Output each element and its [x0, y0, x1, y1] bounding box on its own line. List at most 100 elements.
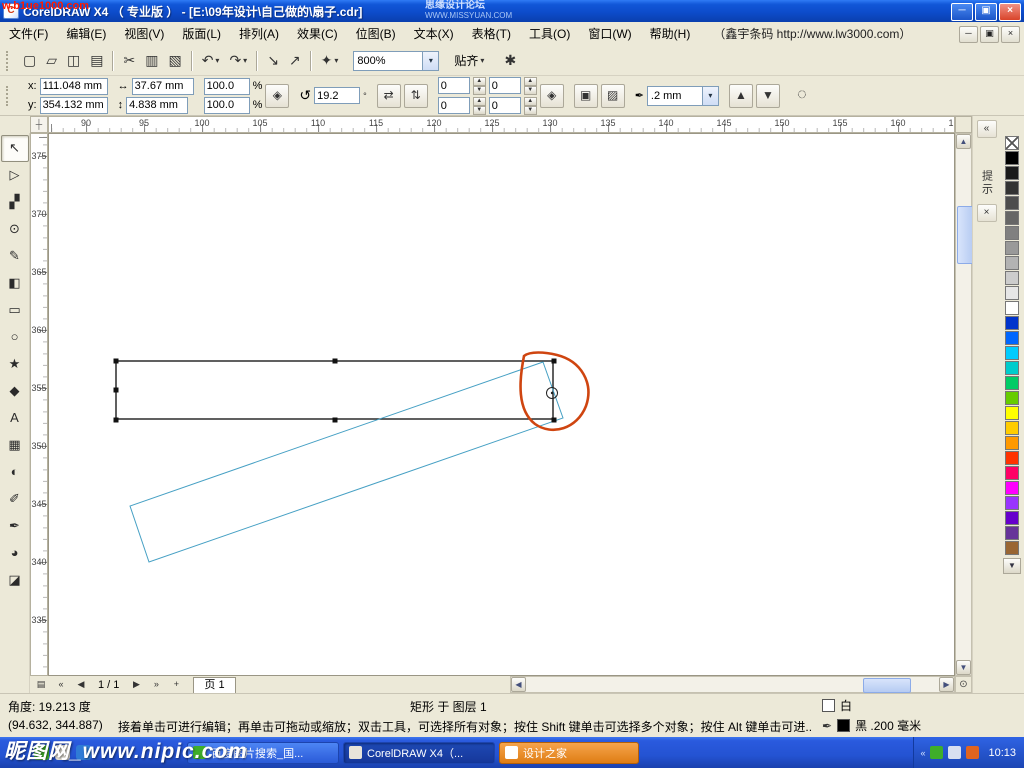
smart-fill-tool[interactable]: ◧	[1, 270, 29, 297]
undo-button-dropdown-icon[interactable]: ▾	[215, 56, 219, 65]
doc-restore-button[interactable]: ▣	[980, 26, 999, 43]
zoom-level-input[interactable]	[354, 53, 422, 69]
snap-button[interactable]: 贴齐 ▾	[447, 49, 491, 73]
blend-tool[interactable]: ◐	[1, 459, 29, 486]
x-position-field[interactable]	[40, 78, 108, 95]
restore-button[interactable]: ▣	[975, 3, 997, 21]
to-back-button[interactable]: ▼	[756, 84, 780, 108]
print-button[interactable]: ▤	[85, 48, 108, 74]
color-swatch-#cccccc[interactable]	[1005, 271, 1019, 285]
minimize-button[interactable]: ─	[951, 3, 973, 21]
tray-icon[interactable]	[930, 746, 943, 759]
freehand-tool[interactable]: ✎	[1, 243, 29, 270]
snap-dropdown-icon[interactable]: ▾	[480, 56, 484, 65]
corner-tl-field[interactable]	[438, 77, 470, 94]
zoom-tool[interactable]: ⊙	[1, 216, 29, 243]
open-button[interactable]: ▱	[41, 48, 62, 74]
import-button[interactable]: ↘	[262, 48, 284, 74]
outline-width-input[interactable]	[648, 88, 702, 104]
to-front-button[interactable]: ▲	[729, 84, 753, 108]
lock-ratio-button[interactable]: ◈	[265, 84, 289, 108]
next-page-button[interactable]: ▶	[127, 676, 145, 693]
drawing-area[interactable]	[48, 133, 955, 676]
color-swatch-#ffffff[interactable]	[1005, 301, 1019, 315]
y-position-field[interactable]	[40, 97, 108, 114]
tray-icon[interactable]	[948, 746, 961, 759]
mirror-horizontal-button[interactable]: ⇄	[377, 84, 401, 108]
palette-scroll-down-icon[interactable]: ▼	[1003, 558, 1021, 574]
rotation-angle-field[interactable]	[314, 87, 360, 104]
outline-tool[interactable]: ✒	[1, 513, 29, 540]
wrap-text-button[interactable]: ▣	[574, 84, 598, 108]
basic-shapes-tool[interactable]: ◆	[1, 378, 29, 405]
horizontal-scrollbar[interactable]: ◀ ▶	[510, 676, 955, 693]
text-tool[interactable]: A	[1, 405, 29, 432]
ellipse-tool[interactable]: ○	[1, 324, 29, 351]
docker-close-button[interactable]: ×	[977, 204, 997, 222]
first-page-button[interactable]: «	[52, 676, 70, 693]
menu-item-5[interactable]: 排列(A)	[230, 23, 288, 46]
scroll-left-icon[interactable]: ◀	[511, 677, 526, 692]
redo-button[interactable]: ↷▾	[224, 48, 252, 74]
color-swatch-#ff9900[interactable]	[1005, 436, 1019, 450]
menu-item-1[interactable]: 文件(F)	[0, 23, 57, 46]
scale-v-field[interactable]	[204, 97, 250, 114]
scroll-up-icon[interactable]: ▲	[956, 134, 971, 149]
color-swatch-#00ccff[interactable]	[1005, 346, 1019, 360]
color-swatch-#1a1a1a[interactable]	[1005, 166, 1019, 180]
app-launcher-button[interactable]: ✦▾	[316, 48, 344, 74]
vertical-scrollbar[interactable]: ▲ ▼	[955, 133, 972, 676]
menu-item-11[interactable]: 窗口(W)	[579, 23, 640, 46]
order-button[interactable]: ▨	[601, 84, 625, 108]
table-tool[interactable]: ▦	[1, 432, 29, 459]
menu-item-3[interactable]: 视图(V)	[115, 23, 173, 46]
corner-tr-spinner[interactable]: ▲▼	[524, 77, 537, 95]
menu-item-2[interactable]: 编辑(E)	[57, 23, 115, 46]
close-button[interactable]: ×	[999, 3, 1021, 21]
task-coreldraw[interactable]: CorelDRAW X4（...	[343, 742, 495, 764]
docker-collapse-button[interactable]: «	[977, 120, 997, 138]
vertical-ruler[interactable]: 375370365360355350345340335	[30, 133, 48, 676]
color-swatch-#ff00ff[interactable]	[1005, 481, 1019, 495]
ruler-origin-button[interactable]: ┼	[30, 116, 48, 133]
mirror-vertical-button[interactable]: ⇅	[404, 84, 428, 108]
selection-handles[interactable]	[114, 359, 557, 423]
color-swatch-#ffcc00[interactable]	[1005, 421, 1019, 435]
menu-item-8[interactable]: 文本(X)	[405, 23, 463, 46]
options-button[interactable]: ✱	[499, 48, 521, 74]
corner-bl-field[interactable]	[438, 97, 470, 114]
rectangle-tool[interactable]: ▭	[1, 297, 29, 324]
scale-h-field[interactable]	[204, 78, 250, 95]
corner-tr-field[interactable]	[489, 77, 521, 94]
new-button[interactable]: ▢	[18, 48, 41, 74]
tray-icon[interactable]	[966, 746, 979, 759]
app-launcher-button-dropdown-icon[interactable]: ▾	[334, 56, 338, 65]
color-swatch-#ff0066[interactable]	[1005, 466, 1019, 480]
corner-tl-spinner[interactable]: ▲▼	[473, 77, 486, 95]
horizontal-ruler[interactable]: 9095100105110115120125130135140145150155…	[48, 116, 955, 133]
export-button[interactable]: ↗	[284, 48, 306, 74]
last-page-button[interactable]: »	[147, 676, 165, 693]
horizontal-scroll-thumb[interactable]	[863, 678, 911, 693]
color-swatch-#333333[interactable]	[1005, 181, 1019, 195]
undo-button[interactable]: ↶▾	[197, 48, 225, 74]
color-swatch-#808080[interactable]	[1005, 226, 1019, 240]
color-swatch-#666666[interactable]	[1005, 211, 1019, 225]
color-swatch-#6600cc[interactable]	[1005, 511, 1019, 525]
color-swatch-#4d4d4d[interactable]	[1005, 196, 1019, 210]
outline-width-combo[interactable]: ▾	[647, 86, 719, 106]
no-color-swatch[interactable]	[1005, 136, 1019, 150]
color-swatch-#00cccc[interactable]	[1005, 361, 1019, 375]
doc-minimize-button[interactable]: ─	[959, 26, 978, 43]
menu-item-9[interactable]: 表格(T)	[463, 23, 520, 46]
menu-item-7[interactable]: 位图(B)	[347, 23, 405, 46]
color-swatch-#0066ff[interactable]	[1005, 331, 1019, 345]
interactive-fill-tool[interactable]: ◪	[1, 567, 29, 594]
prev-page-button[interactable]: ◀	[72, 676, 90, 693]
pick-tool[interactable]: ↖	[1, 135, 29, 162]
color-swatch-#e6e6e6[interactable]	[1005, 286, 1019, 300]
lock-corners-button[interactable]: ◈	[540, 84, 564, 108]
color-swatch-#00cc66[interactable]	[1005, 376, 1019, 390]
menu-item-6[interactable]: 效果(C)	[288, 23, 347, 46]
menu-item-4[interactable]: 版面(L)	[173, 23, 230, 46]
